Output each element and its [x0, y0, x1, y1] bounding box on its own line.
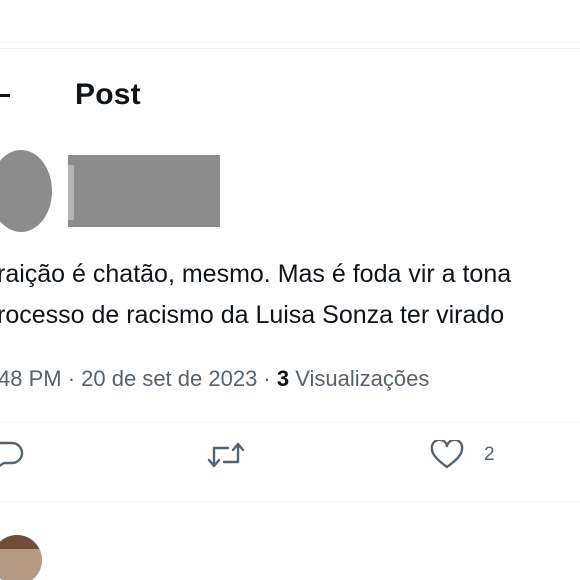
post-text-line: raição é chatão, mesmo. Mas é foda vir a…	[0, 260, 512, 288]
meta-separator: ·	[257, 366, 277, 391]
post-text-line: rocesso de racismo da Luisa Sonza ter vi…	[0, 301, 505, 329]
post-text: raição é chatão, mesmo. Mas é foda vir a…	[0, 254, 580, 336]
actions-top-divider	[0, 422, 580, 423]
header-top-border	[0, 48, 580, 49]
arrow-left-icon[interactable]	[0, 94, 10, 97]
reply-icon	[0, 440, 24, 470]
views-count: 3	[276, 366, 290, 391]
retweet-icon	[206, 440, 246, 470]
reply-button[interactable]	[0, 440, 24, 470]
author-name-redacted[interactable]	[68, 155, 220, 227]
reply-composer-avatar[interactable]	[0, 535, 42, 580]
like-count: 2	[484, 444, 495, 465]
post-page: Post raição é chatão, mesmo. Mas é foda …	[0, 0, 580, 580]
post-meta: 48 PM · 20 de set de 2023 · 3 Visualizaç…	[0, 365, 429, 393]
meta-separator: ·	[61, 366, 82, 391]
author-avatar[interactable]	[0, 150, 52, 232]
redaction-edge	[68, 165, 74, 220]
retweet-button[interactable]	[206, 440, 246, 470]
heart-icon	[430, 440, 464, 470]
post-time[interactable]: 48 PM	[0, 366, 62, 391]
views-label: Visualizações	[295, 366, 430, 391]
like-button[interactable]: 2	[430, 440, 495, 470]
top-divider	[0, 42, 580, 43]
actions-bottom-divider	[0, 501, 580, 502]
avatar-photo-detail	[0, 535, 42, 549]
page-title: Post	[75, 78, 141, 111]
post-date[interactable]: 20 de set de 2023	[81, 366, 257, 391]
